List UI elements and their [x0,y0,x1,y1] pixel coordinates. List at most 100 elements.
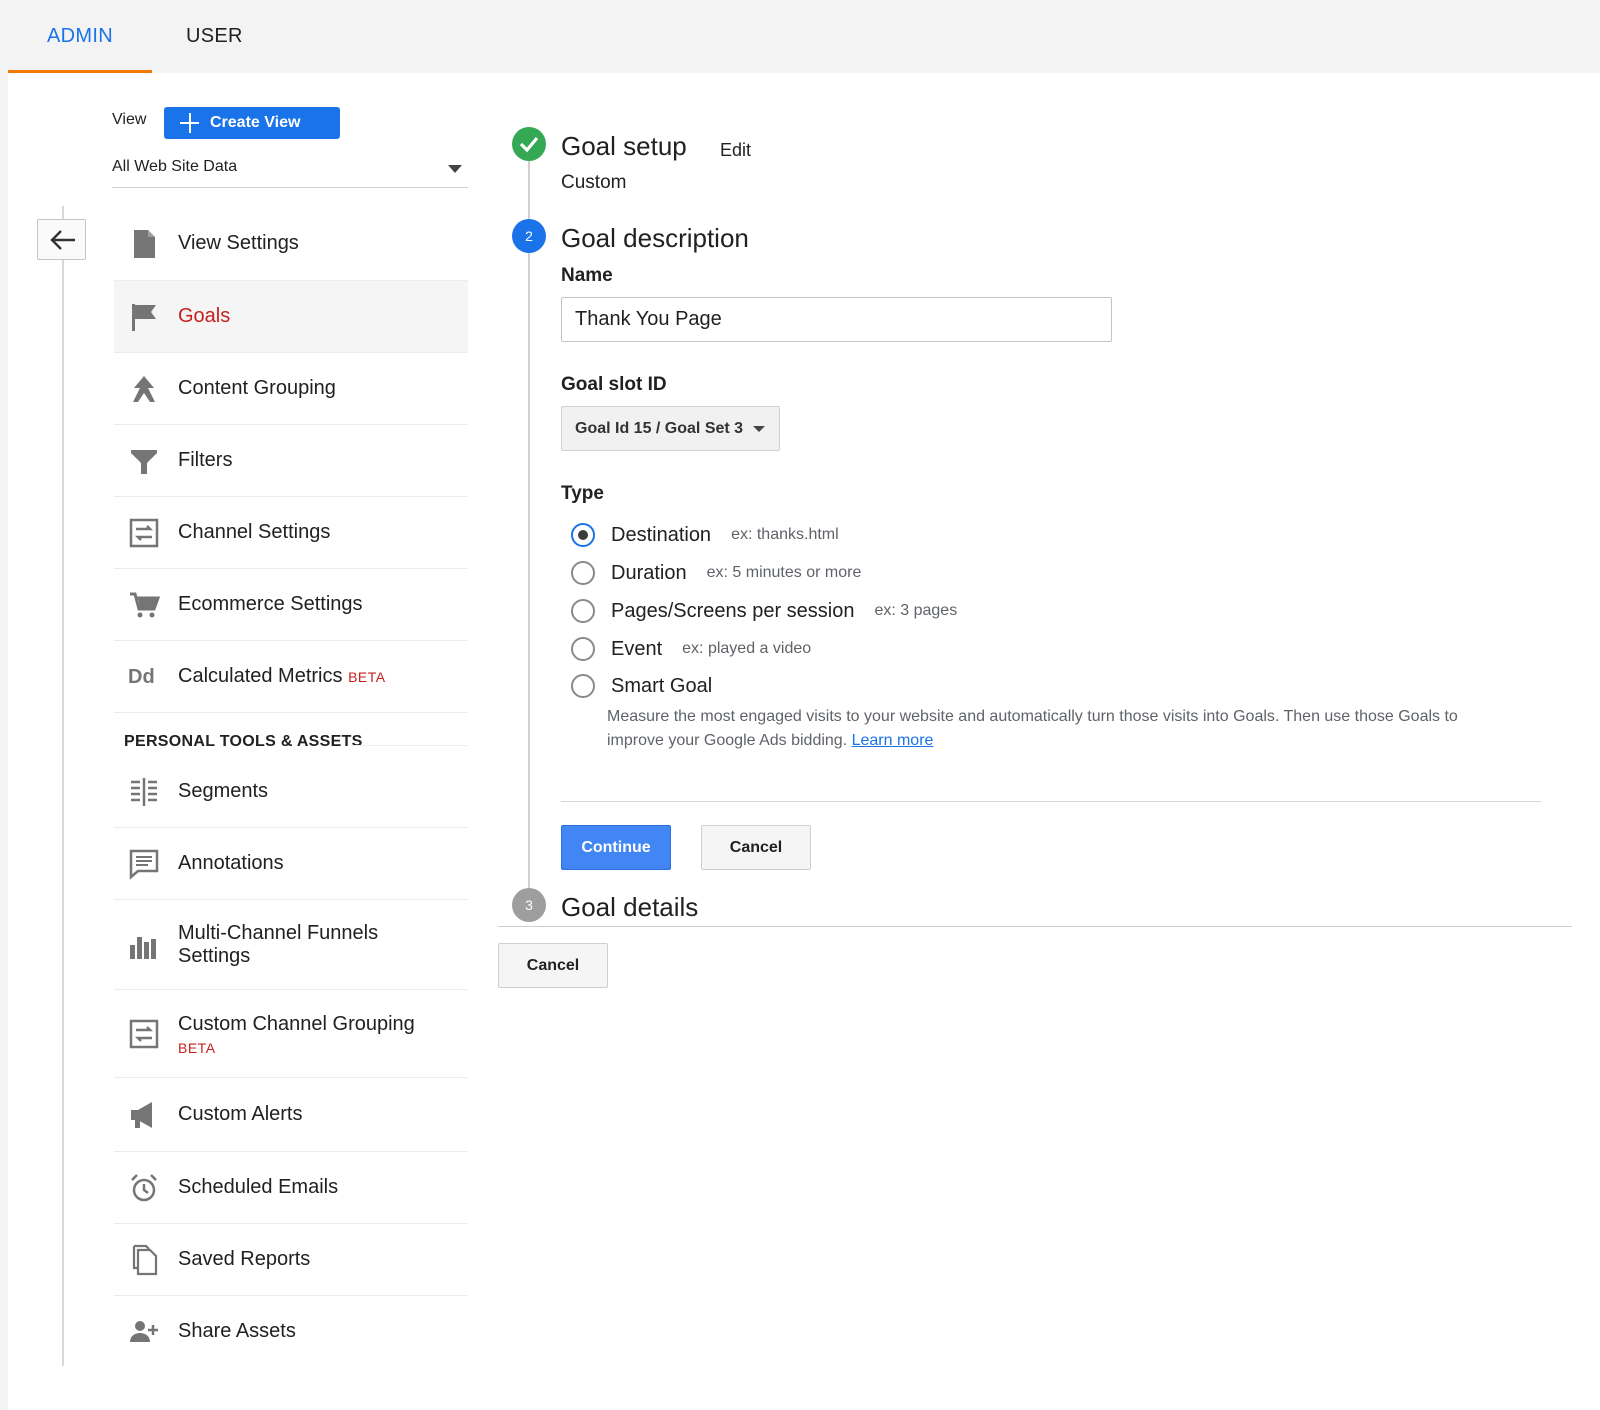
step-title-goal-setup: Goal setup [561,131,687,161]
step-number-current: 2 [512,219,546,253]
nav-item-segments[interactable]: Segments [114,754,468,828]
radio-button-checked[interactable] [571,523,595,547]
name-label: Name [561,265,613,286]
nav-label: Custom Channel Grouping BETA [178,1013,415,1060]
segments-icon [128,776,160,808]
goal-name-input[interactable] [561,297,1112,342]
view-label: View [112,111,147,128]
radio-label[interactable]: Destination [611,524,711,547]
alarm-icon [128,1172,160,1204]
nav-item-custom-alerts[interactable]: Custom Alerts [114,1078,468,1152]
add-person-icon [128,1316,160,1348]
radio-button[interactable] [571,599,595,623]
nav-item-filters[interactable]: Filters [114,425,468,497]
nav-label: Filters [178,449,233,471]
continue-button[interactable]: Continue [561,825,671,870]
goal-setup-summary: Custom [561,172,627,193]
nav-label: Multi-Channel Funnels Settings [178,922,379,967]
nav-item-custom-channel-grouping[interactable]: Custom Channel Grouping BETA [114,990,468,1078]
radio-hint: ex: thanks.html [731,526,839,543]
radio-label[interactable]: Smart Goal [611,675,712,698]
create-view-label: Create View [210,114,301,131]
radio-label[interactable]: Duration [611,562,687,585]
nav-item-view-settings[interactable]: View Settings [114,207,468,281]
nav-label: Custom Alerts [178,1103,303,1125]
nav-label: Goals [178,305,231,327]
type-label: Type [561,483,604,504]
dd-icon: Dd [128,666,155,688]
type-option-event[interactable]: Event ex: played a video [571,636,811,662]
beta-badge: BETA [178,1040,216,1056]
nav-item-scheduled-emails[interactable]: Scheduled Emails [114,1152,468,1224]
left-gutter [0,73,8,1410]
nav-item-annotations[interactable]: Annotations [114,828,468,900]
bottom-divider [498,926,1572,927]
plus-icon [176,107,210,139]
smart-goal-description: Measure the most engaged visits to your … [607,705,1517,753]
filter-icon [128,445,160,477]
smart-goal-text: Measure the most engaged visits to your … [607,708,1458,749]
nav-label: Content Grouping [178,377,336,399]
radio-button[interactable] [571,674,595,698]
nav-item-goals[interactable]: Goals [114,281,468,353]
goal-slot-label: Goal slot ID [561,374,667,395]
learn-more-link[interactable]: Learn more [852,732,934,749]
back-button[interactable] [37,219,86,260]
caret-down-icon [448,165,462,173]
view-dropdown[interactable]: All Web Site Data [112,152,468,188]
goal-slot-dropdown[interactable]: Goal Id 15 / Goal Set 3 [561,406,780,451]
saved-report-icon [128,1244,160,1276]
bar-chart-icon [128,929,160,961]
step-number-next: 3 [512,888,546,922]
nav-item-channel-settings[interactable]: Channel Settings [114,497,468,569]
nav-label-text: Custom Channel Grouping [178,1013,415,1035]
nav-label: Calculated Metrics BETA [178,665,386,689]
create-view-button[interactable]: Create View [164,107,340,139]
nav-item-content-grouping[interactable]: Content Grouping [114,353,468,425]
megaphone-icon [128,1099,160,1131]
section-divider [352,745,468,746]
channel-grouping-icon [128,1018,160,1050]
nav-label: Annotations [178,852,284,874]
type-option-smart-goal[interactable]: Smart Goal [571,673,712,699]
cart-icon [128,589,161,621]
tab-admin[interactable]: ADMIN [8,0,152,73]
nav-label: View Settings [178,232,299,254]
radio-button[interactable] [571,561,595,585]
goal-slot-value: Goal Id 15 / Goal Set 3 [575,420,744,437]
nav-label-text: Calculated Metrics [178,665,343,687]
radio-label[interactable]: Event [611,638,662,661]
nav-item-share-assets[interactable]: Share Assets [114,1296,468,1368]
type-option-duration[interactable]: Duration ex: 5 minutes or more [571,560,861,586]
radio-label[interactable]: Pages/Screens per session [611,600,854,623]
radio-button[interactable] [571,637,595,661]
nav-label: Channel Settings [178,521,331,543]
nav-item-ecommerce-settings[interactable]: Ecommerce Settings [114,569,468,641]
beta-badge: BETA [348,669,386,685]
nav-label: Segments [178,780,269,802]
channel-settings-icon [128,517,160,549]
step-title-goal-description: Goal description [561,223,749,253]
nav-item-multi-channel-funnels[interactable]: Multi-Channel Funnels Settings [114,900,468,990]
nav-label: Share Assets [178,1320,296,1342]
cancel-goal-button[interactable]: Cancel [498,943,608,988]
form-divider [561,801,1541,802]
step-complete-indicator [512,127,546,161]
cancel-button[interactable]: Cancel [701,825,811,870]
tab-user[interactable]: USER [186,0,243,73]
nav-item-saved-reports[interactable]: Saved Reports [114,1224,468,1296]
section-heading-personal-tools: PERSONAL TOOLS & ASSETS [124,733,363,750]
type-option-destination[interactable]: Destination ex: thanks.html [571,522,839,548]
top-tab-bar: ADMIN USER [0,0,1600,73]
annotation-icon [128,848,160,880]
grouping-icon [128,373,160,405]
nav-label: Saved Reports [178,1248,311,1270]
type-option-pages-per-session[interactable]: Pages/Screens per session ex: 3 pages [571,598,957,624]
flag-icon [128,301,160,333]
nav-item-calculated-metrics[interactable]: Dd Calculated Metrics BETA [114,641,468,713]
edit-goal-setup-link[interactable]: Edit [720,140,751,161]
radio-hint: ex: 3 pages [874,602,958,619]
step-title-goal-details: Goal details [561,892,699,922]
view-dropdown-value: All Web Site Data [112,158,238,175]
radio-hint: ex: played a video [682,640,812,657]
